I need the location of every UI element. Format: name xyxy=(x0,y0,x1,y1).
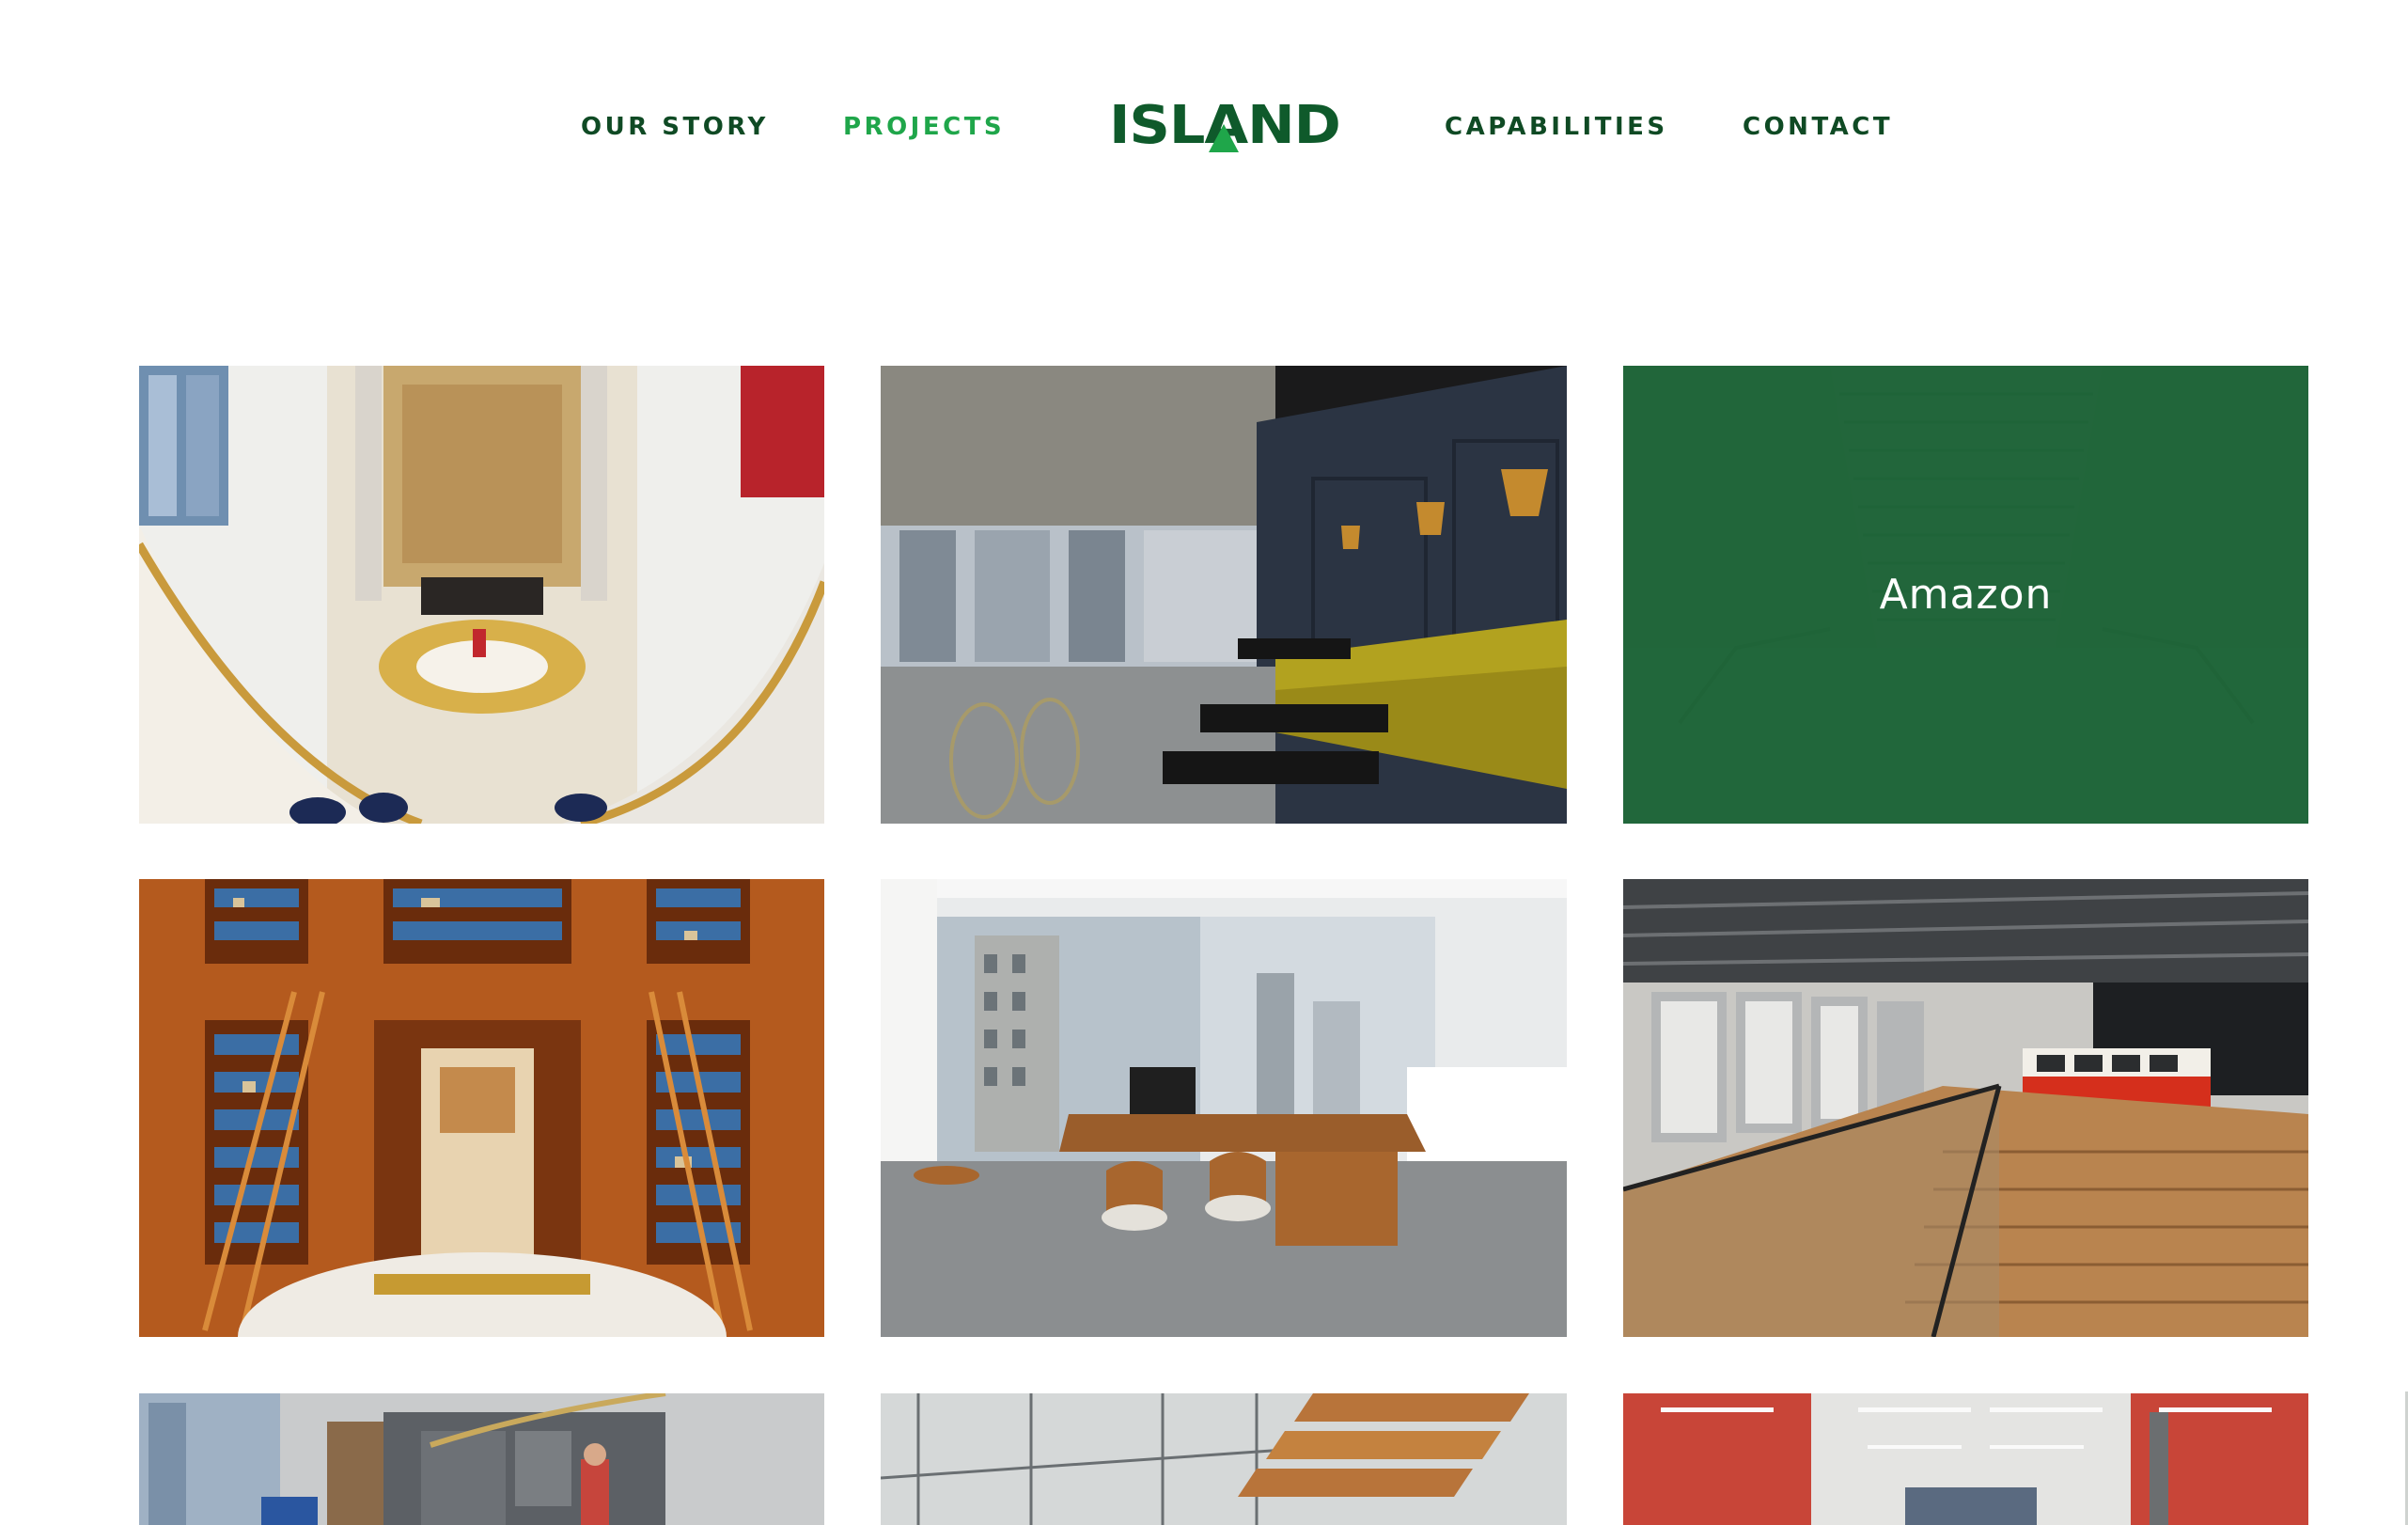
nav-our-story-link[interactable]: OUR STORY xyxy=(581,113,769,141)
project-image-kitchen xyxy=(139,1393,824,1525)
logo-triangle-icon xyxy=(1209,124,1239,152)
project-tile-atrium[interactable] xyxy=(139,366,824,824)
project-image-lounge xyxy=(881,366,1567,824)
project-image-glass-stair xyxy=(881,1393,1567,1525)
project-tile-open-office[interactable] xyxy=(1623,879,2308,1337)
main-nav: OUR STORY PROJECTS ISLAND CAPABILITIES C… xyxy=(0,0,2408,256)
island-logo[interactable]: ISLAND xyxy=(1109,100,1341,156)
project-tile-kitchen[interactable] xyxy=(139,1393,824,1525)
project-tile-glass-stair[interactable] xyxy=(881,1393,1567,1525)
project-image-office xyxy=(881,879,1567,1337)
project-title-label: Amazon xyxy=(1879,571,2053,619)
project-tile-library[interactable] xyxy=(139,879,824,1337)
nav-contact-link[interactable]: CONTACT xyxy=(1743,113,1893,141)
project-image-open-office xyxy=(1623,879,2308,1337)
project-image-red-corridor xyxy=(1623,1393,2308,1525)
projects-page: OUR STORY PROJECTS ISLAND CAPABILITIES C… xyxy=(0,0,2408,1525)
project-hover-overlay: Amazon xyxy=(1623,366,2308,824)
project-image-atrium xyxy=(139,366,824,824)
project-tile-red-corridor[interactable] xyxy=(1623,1393,2308,1525)
nav-projects-link[interactable]: PROJECTS xyxy=(843,113,1005,141)
project-tile-office[interactable] xyxy=(881,879,1567,1337)
project-tile-amazon[interactable]: Amazon xyxy=(1623,366,2308,824)
project-tile-lounge[interactable] xyxy=(881,366,1567,824)
nav-capabilities-link[interactable]: CAPABILITIES xyxy=(1445,113,1668,141)
project-image-library xyxy=(139,879,824,1337)
